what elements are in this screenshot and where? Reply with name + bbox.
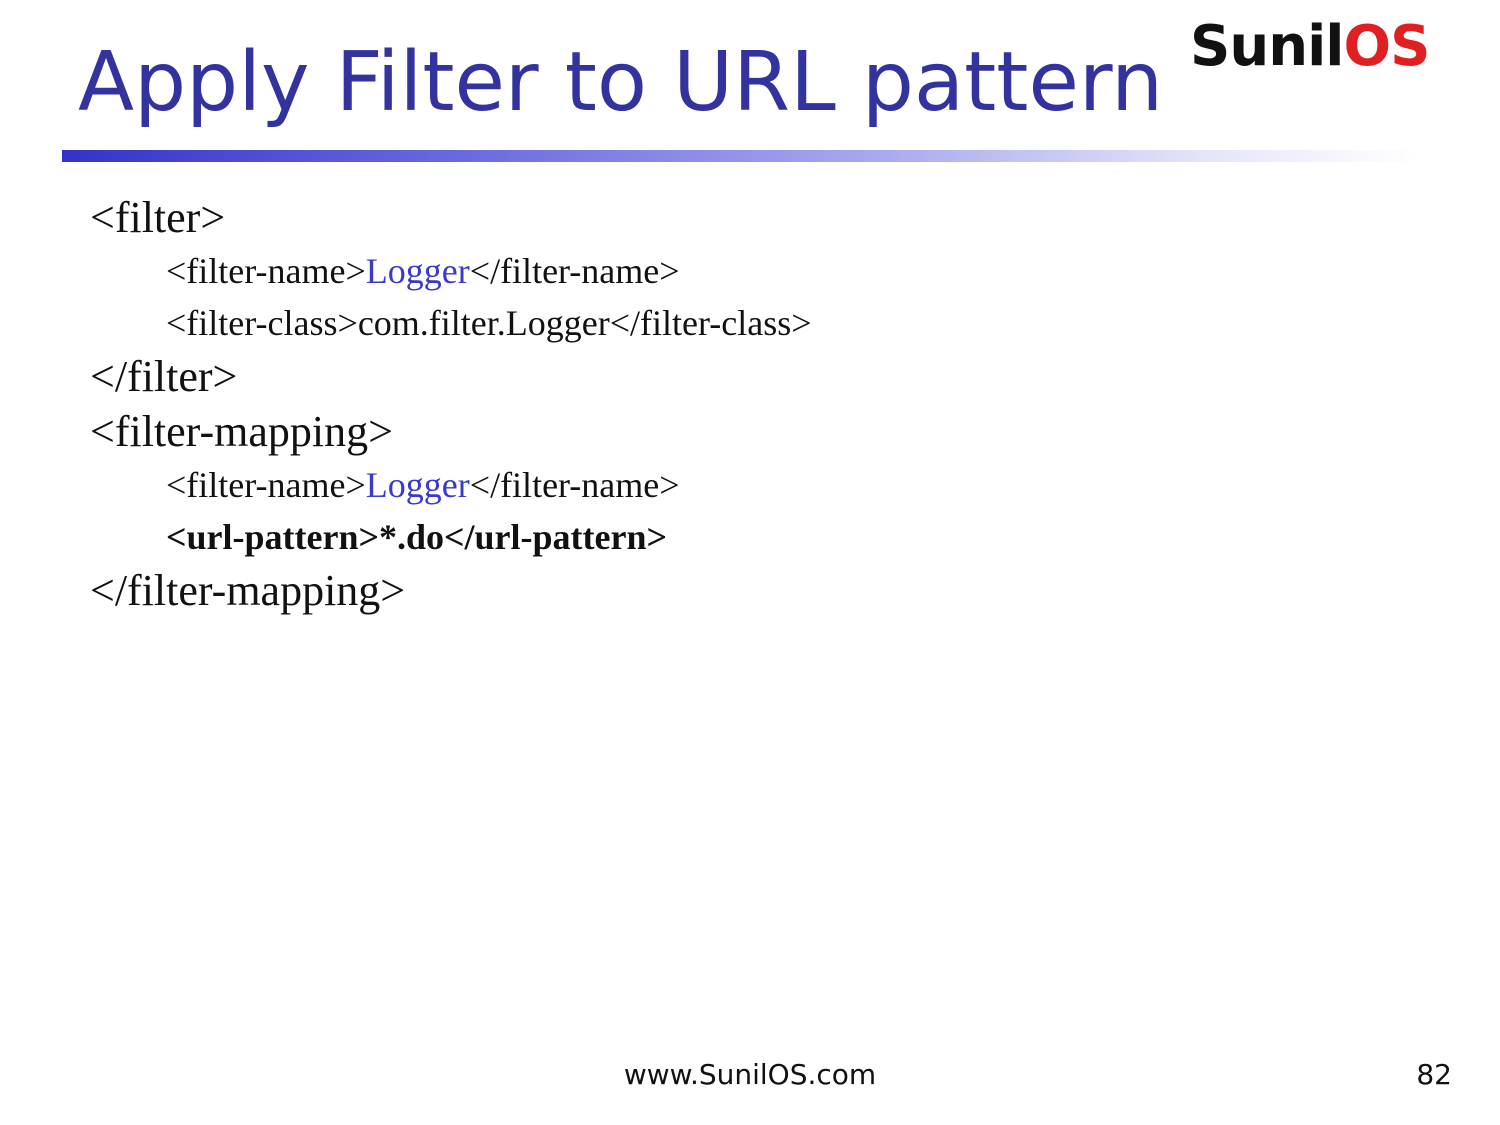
code-line-url-pattern: <url-pattern>*.do</url-pattern> [166, 517, 668, 557]
page-number: 82 [1416, 1058, 1452, 1091]
xml-code-block: <filter> <filter-name>Logger</filter-nam… [90, 190, 812, 618]
code-line-filter-open: <filter> [90, 193, 226, 242]
title-divider [62, 150, 1417, 162]
slide: Apply Filter to URL pattern SunilOS <fil… [0, 0, 1500, 1125]
code-line-mapping-filter-name: <filter-name>Logger</filter-name> [90, 459, 812, 511]
code-token: </filter-name> [469, 251, 680, 291]
code-line-filter-class: <filter-class>com.filter.Logger</filter-… [166, 303, 812, 343]
code-token: <filter-name> [166, 251, 366, 291]
code-line-filter-mapping-close: </filter-mapping> [90, 566, 406, 615]
sunilos-logo: SunilOS [1190, 14, 1430, 79]
code-token: <filter-name> [166, 465, 366, 505]
code-token-highlight: Logger [365, 465, 470, 505]
footer-url: www.SunilOS.com [623, 1058, 877, 1091]
code-line-filter-mapping-open: <filter-mapping> [90, 407, 393, 456]
code-token: </filter-name> [469, 465, 680, 505]
code-line-filter-close: </filter> [90, 352, 238, 401]
logo-text-sunil: Sunil [1190, 14, 1344, 79]
slide-title: Apply Filter to URL pattern [78, 35, 1164, 130]
code-token-highlight: Logger [365, 251, 470, 291]
logo-text-os: OS [1343, 14, 1430, 79]
code-line-filter-name: <filter-name>Logger</filter-name> [90, 245, 812, 297]
